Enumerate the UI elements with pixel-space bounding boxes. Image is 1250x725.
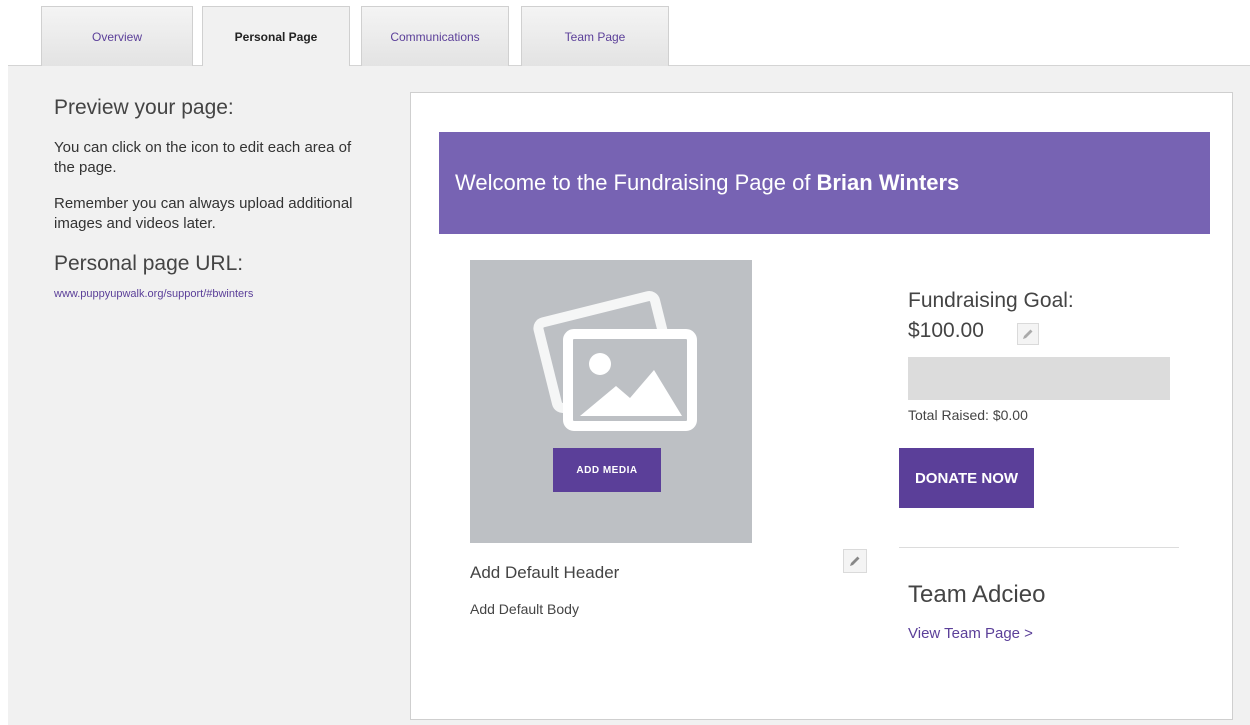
view-team-page-link[interactable]: View Team Page > (908, 625, 1033, 642)
sidebar: Preview your page: You can click on the … (54, 94, 374, 300)
welcome-banner: Welcome to the Fundraising Page of Brian… (439, 132, 1210, 234)
preview-heading: Preview your page: (54, 96, 234, 119)
tab-team-page[interactable]: Team Page (521, 6, 669, 66)
fundraising-goal-label: Fundraising Goal: (908, 289, 1074, 312)
divider (899, 547, 1179, 548)
fundraising-goal-amount: $100.00 (908, 319, 984, 342)
default-header[interactable]: Add Default Header (470, 563, 619, 583)
image-placeholder-icon (533, 291, 697, 431)
team-name: Team Adcieo (908, 581, 1046, 608)
edit-content-button[interactable] (843, 549, 867, 573)
personal-page-url-link[interactable]: www.puppyupwalk.org/support/#bwinters (54, 288, 374, 300)
tab-overview[interactable]: Overview (41, 6, 193, 66)
upload-reminder: Remember you can always upload additiona… (54, 195, 353, 232)
edit-goal-button[interactable] (1017, 323, 1039, 345)
tab-bar: Overview Personal Page Communications Te… (8, 0, 1250, 67)
tab-communications[interactable]: Communications (361, 6, 509, 66)
edit-instructions: You can click on the icon to edit each a… (54, 139, 352, 176)
pencil-icon (850, 556, 860, 566)
default-body[interactable]: Add Default Body (470, 601, 579, 617)
banner-text: Welcome to the Fundraising Page of (455, 170, 811, 195)
add-media-button[interactable]: ADD MEDIA (553, 448, 661, 492)
donate-now-button[interactable]: DONATE NOW (899, 448, 1034, 508)
url-heading: Personal page URL: (54, 252, 244, 275)
tab-personal-page[interactable]: Personal Page (202, 6, 350, 67)
media-placeholder[interactable]: ADD MEDIA (470, 260, 752, 543)
content-area: Preview your page: You can click on the … (8, 66, 1250, 725)
banner-name: Brian Winters (816, 170, 960, 195)
pencil-icon (1023, 329, 1033, 339)
page-preview: Welcome to the Fundraising Page of Brian… (410, 92, 1233, 720)
total-raised: Total Raised: $0.00 (908, 407, 1028, 423)
fundraising-progress-bar (908, 357, 1170, 400)
